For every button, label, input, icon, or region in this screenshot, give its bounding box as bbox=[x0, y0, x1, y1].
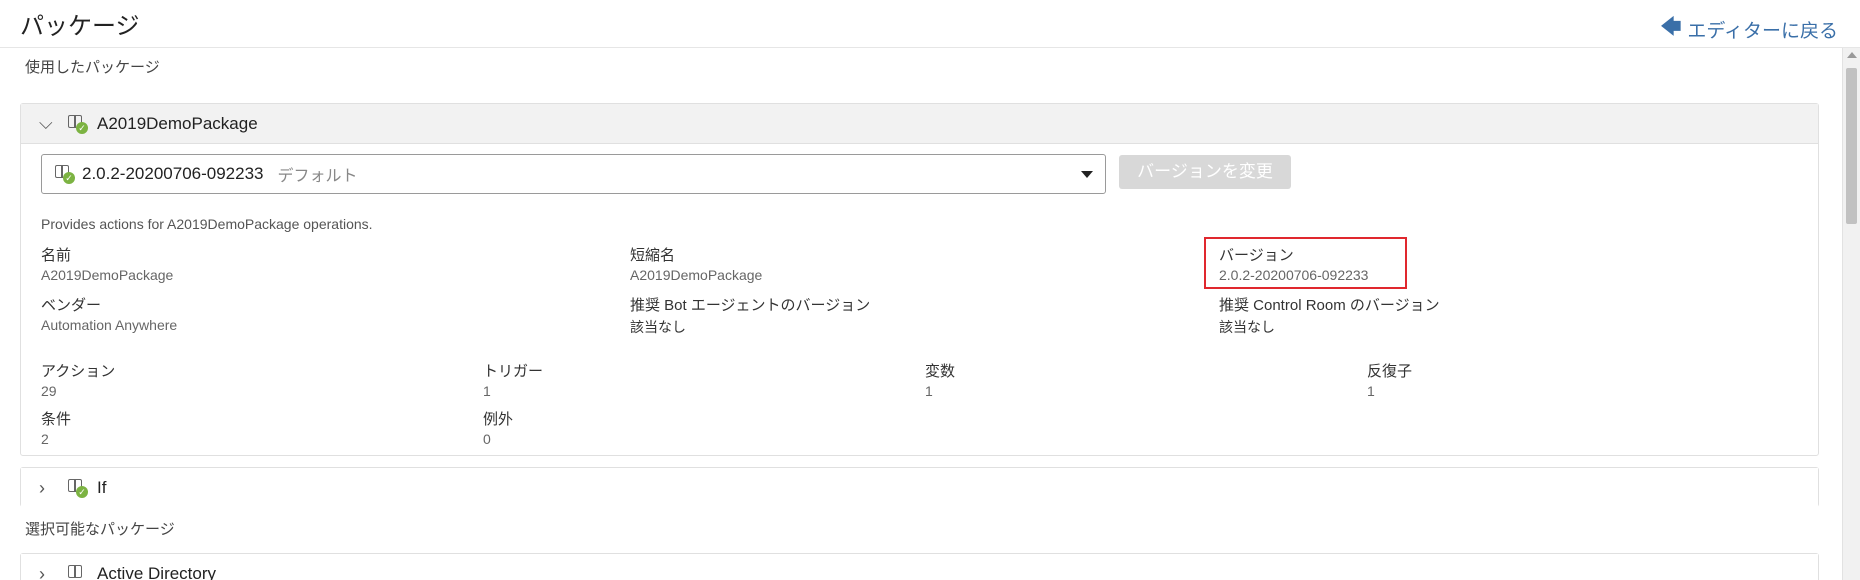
version-highlight-box bbox=[1204, 237, 1407, 289]
count-label: 変数 bbox=[925, 363, 956, 380]
field-short-name: 短縮名 A2019DemoPackage bbox=[630, 244, 762, 283]
page-title: パッケージ bbox=[20, 13, 140, 40]
field-value: Automation Anywhere bbox=[41, 317, 178, 333]
count-actions: アクション 29 bbox=[41, 360, 115, 399]
chevron-down-icon[interactable]: ⌵ bbox=[39, 113, 61, 134]
count-label: トリガー bbox=[483, 363, 544, 380]
package-icon: ✓ bbox=[67, 114, 89, 134]
caret-down-icon[interactable] bbox=[1081, 171, 1093, 178]
count-value: 29 bbox=[41, 383, 57, 399]
package-name: A2019DemoPackage bbox=[97, 113, 258, 133]
count-label: 例外 bbox=[483, 411, 514, 428]
scroll-thumb[interactable] bbox=[1846, 68, 1857, 224]
count-triggers: トリガー 1 bbox=[483, 360, 543, 399]
back-to-editor-label: エディターに戻る bbox=[1687, 20, 1838, 42]
count-exceptions: 例外 0 bbox=[483, 408, 513, 447]
package-panel-if[interactable]: › ✓ If bbox=[20, 467, 1819, 508]
field-label: 短縮名 bbox=[630, 247, 676, 264]
field-value: 該当なし bbox=[630, 319, 686, 335]
package-description: Provides actions for A2019DemoPackage op… bbox=[41, 216, 373, 232]
field-name: 名前 A2019DemoPackage bbox=[41, 244, 173, 283]
field-control-room-version: 推奨 Control Room のバージョン 該当なし bbox=[1219, 294, 1440, 337]
package-panel-header[interactable]: › ✓ If bbox=[21, 468, 1818, 508]
count-label: 反復子 bbox=[1367, 363, 1413, 380]
version-select[interactable]: ✓ 2.0.2-20200706-092233 デフォルト bbox=[41, 154, 1106, 194]
scroll-up-arrow-icon[interactable] bbox=[1847, 52, 1857, 58]
field-label: 名前 bbox=[41, 247, 72, 264]
field-label: 推奨 Control Room のバージョン bbox=[1219, 297, 1440, 314]
count-label: アクション bbox=[41, 363, 116, 380]
field-value: A2019DemoPackage bbox=[630, 267, 763, 283]
package-panel-a2019demopackage: ⌵ ✓ A2019DemoPackage ✓ 2.0.2-20200706-09… bbox=[20, 103, 1819, 456]
selected-version: 2.0.2-20200706-092233 bbox=[82, 164, 264, 183]
vertical-scrollbar[interactable] bbox=[1842, 48, 1860, 580]
package-name: Active Directory bbox=[97, 564, 217, 580]
count-value: 1 bbox=[1367, 383, 1375, 399]
check-badge-icon: ✓ bbox=[76, 121, 88, 134]
field-value: 該当なし bbox=[1219, 319, 1275, 335]
page-header: パッケージ 🡄 エディターに戻る bbox=[0, 0, 1860, 48]
field-value: A2019DemoPackage bbox=[41, 267, 174, 283]
check-badge-icon: ✓ bbox=[63, 172, 75, 184]
check-badge-icon: ✓ bbox=[76, 486, 88, 498]
count-value: 0 bbox=[483, 431, 491, 447]
package-panel-header[interactable]: › Active Directory bbox=[21, 554, 1818, 580]
available-packages-label: 選択可能なパッケージ bbox=[25, 521, 175, 538]
arrow-left-icon: 🡄 bbox=[1660, 16, 1682, 38]
field-bot-agent-version: 推奨 Bot エージェントのバージョン 該当なし bbox=[630, 294, 870, 337]
field-label: 推奨 Bot エージェントのバージョン bbox=[630, 297, 871, 314]
chevron-right-icon[interactable]: › bbox=[39, 564, 61, 580]
package-name: If bbox=[97, 478, 107, 497]
count-value: 2 bbox=[41, 431, 49, 447]
package-icon: ✓ bbox=[54, 164, 76, 184]
field-label: ベンダー bbox=[41, 297, 102, 314]
default-tag: デフォルト bbox=[277, 168, 358, 185]
package-icon: ✓ bbox=[67, 478, 89, 498]
package-icon bbox=[67, 564, 89, 580]
package-panel-active-directory[interactable]: › Active Directory bbox=[20, 553, 1819, 580]
count-iterators: 反復子 1 bbox=[1367, 360, 1412, 399]
change-version-button[interactable]: バージョンを変更 bbox=[1119, 155, 1291, 189]
count-conditions: 条件 2 bbox=[41, 408, 71, 447]
count-label: 条件 bbox=[41, 411, 72, 428]
count-value: 1 bbox=[483, 383, 491, 399]
chevron-right-icon[interactable]: › bbox=[39, 478, 61, 499]
used-packages-label: 使用したパッケージ bbox=[25, 59, 160, 76]
field-vendor: ベンダー Automation Anywhere bbox=[41, 294, 177, 333]
count-value: 1 bbox=[925, 383, 933, 399]
count-variables: 変数 1 bbox=[925, 360, 955, 399]
package-panel-header[interactable]: ⌵ ✓ A2019DemoPackage bbox=[21, 104, 1818, 144]
back-to-editor-link[interactable]: 🡄 エディターに戻る bbox=[1661, 12, 1838, 46]
